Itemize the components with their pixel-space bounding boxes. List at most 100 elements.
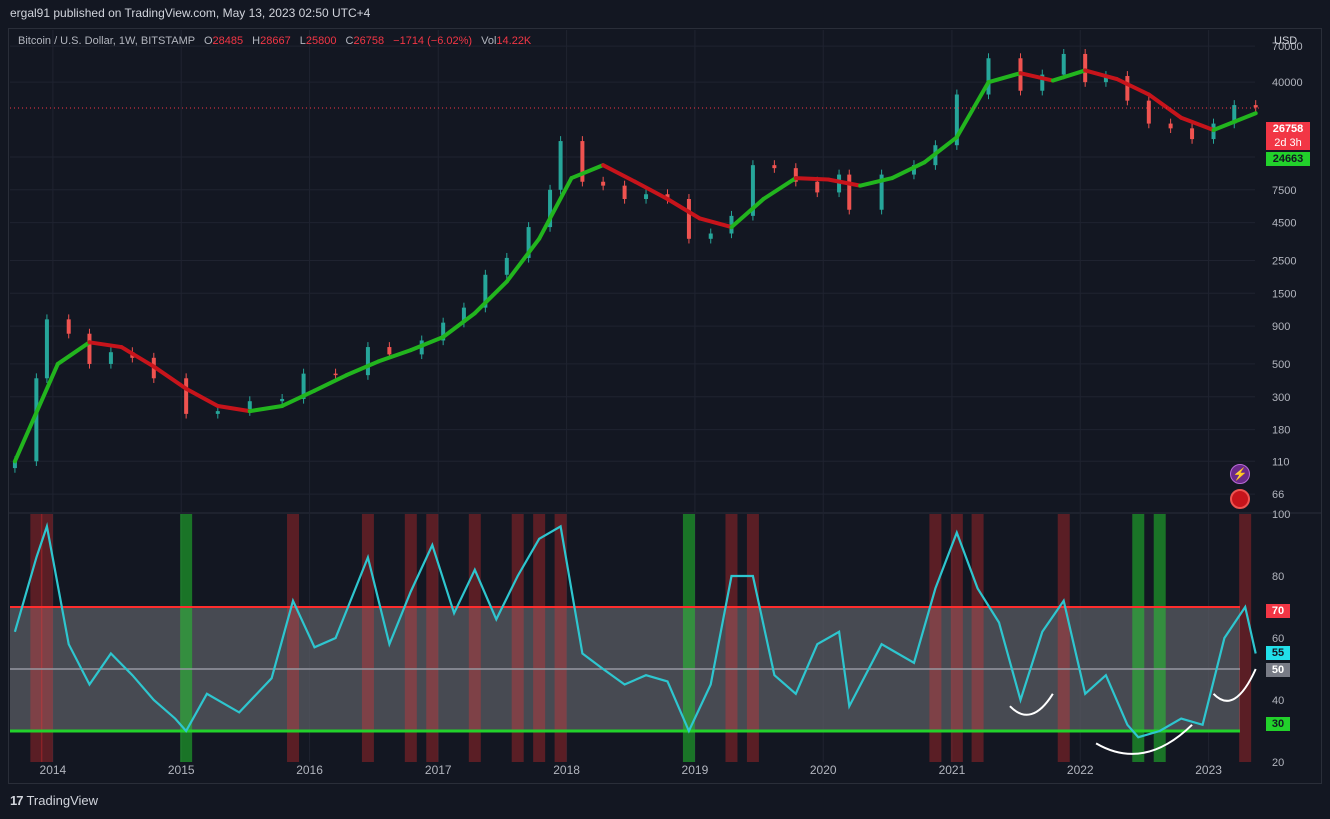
time-label-2021: 2021	[939, 763, 966, 777]
price-tick-180: 180	[1272, 425, 1290, 437]
time-label-2018: 2018	[553, 763, 580, 777]
moving-average-segment	[247, 403, 285, 414]
candle-body	[1083, 53, 1088, 83]
moving-average-segment	[215, 403, 252, 414]
price-tick-40000: 40000	[1272, 77, 1303, 89]
time-label-2022: 2022	[1067, 763, 1094, 777]
time-label-2014: 2014	[40, 763, 67, 777]
countdown-badge: 2d 3h	[1266, 136, 1310, 150]
candle-body	[504, 257, 509, 275]
rsi-tick-40: 40	[1272, 695, 1284, 707]
moving-average-segment	[761, 176, 798, 201]
lightning-icon[interactable]: ⚡	[1230, 464, 1250, 484]
overbought-zone	[725, 514, 738, 762]
candle-body	[1253, 105, 1258, 108]
tradingview-logo-icon: 17	[10, 793, 24, 808]
chart-canvas[interactable]: 2014 2015 2016 2017 2018 2019 2020 2021 2022 2023…	[0, 0, 1330, 819]
volume-value: 14.22K	[496, 35, 532, 47]
candle-body	[708, 233, 713, 239]
moving-average-segment	[890, 160, 927, 181]
candle-body	[986, 58, 991, 95]
candle-body	[772, 165, 777, 169]
us-flag-icon[interactable]	[1230, 489, 1250, 509]
oversold-zone	[682, 514, 695, 762]
symbol-legend[interactable]: Bitcoin / U.S. Dollar, 1W, BITSTAMP O284…	[18, 35, 531, 47]
price-tick-300: 300	[1272, 392, 1290, 404]
moving-average-segment	[376, 348, 413, 364]
moving-average-segment	[55, 340, 92, 366]
overbought-zone	[511, 514, 524, 762]
rsi-tick-100: 100	[1272, 509, 1290, 521]
candle-body	[184, 378, 189, 414]
candle-body	[87, 333, 92, 364]
rsi-pane	[10, 514, 1257, 762]
candle-body	[66, 319, 71, 334]
footer-brand[interactable]: 17 TradingView	[10, 793, 98, 808]
price-tick-4500: 4500	[1272, 218, 1296, 230]
overbought-zone	[361, 514, 374, 762]
time-label-2015: 2015	[168, 763, 195, 777]
volume-label: Vol	[481, 35, 497, 47]
candle-body	[365, 347, 370, 376]
moving-average-segment	[569, 163, 606, 181]
time-label-2016: 2016	[296, 763, 323, 777]
candle-body	[686, 198, 691, 239]
overbought-zone	[533, 514, 546, 762]
overbought-zone	[950, 514, 963, 762]
candle-body	[215, 411, 220, 414]
moving-average-segment	[858, 176, 895, 188]
rsi-mid-badge: 50	[1266, 663, 1290, 677]
price-tick-1500: 1500	[1272, 288, 1296, 300]
moving-average-segment	[954, 80, 991, 140]
moving-average-segment	[1114, 77, 1151, 97]
close-label: C	[345, 35, 354, 47]
oversold-zone	[1132, 514, 1145, 762]
low-value: 25800	[305, 35, 337, 47]
candle-body	[1061, 53, 1066, 75]
overbought-zone	[1239, 514, 1252, 762]
overbought-zone	[746, 514, 759, 762]
moving-average-segment	[793, 176, 831, 182]
time-label-2019: 2019	[682, 763, 709, 777]
moving-average-segment	[601, 163, 638, 184]
high-label: H	[252, 35, 261, 47]
candle-body	[644, 194, 649, 199]
brand-name: TradingView	[26, 793, 99, 808]
moving-average-badge: 24663	[1266, 152, 1310, 166]
time-label-2023: 2023	[1195, 763, 1222, 777]
candle-body	[280, 398, 285, 402]
price-tick-900: 900	[1272, 321, 1290, 333]
moving-average-segment	[633, 179, 670, 201]
overbought-zone	[404, 514, 417, 762]
candle-body	[601, 181, 606, 186]
candle-body	[333, 373, 338, 376]
candle-body	[622, 185, 627, 199]
rsi-tick-80: 80	[1272, 571, 1284, 583]
price-tick-2500: 2500	[1272, 255, 1296, 267]
rsi-lower-badge: 30	[1266, 717, 1290, 731]
time-label-2020: 2020	[810, 763, 837, 777]
candle-body	[44, 319, 49, 379]
currency-label[interactable]: USD	[1274, 35, 1297, 47]
symbol-name[interactable]: Bitcoin / U.S. Dollar, 1W, BITSTAMP	[18, 35, 195, 47]
candle-body	[1125, 76, 1130, 101]
moving-average-segment	[441, 311, 477, 340]
moving-average-segment	[1018, 71, 1055, 83]
candle-body	[847, 174, 852, 210]
overbought-zone	[287, 514, 300, 762]
moving-average-segment	[1083, 68, 1119, 82]
price-tick-500: 500	[1272, 359, 1290, 371]
oversold-zone	[1153, 514, 1166, 762]
rsi-tick-20: 20	[1272, 757, 1284, 769]
moving-average-segment	[826, 177, 863, 188]
change-value: −1714 (−6.02%)	[393, 35, 473, 47]
overbought-zone	[971, 514, 984, 762]
candle-body	[108, 352, 113, 364]
candle-body	[387, 347, 392, 355]
candle-body	[1146, 100, 1151, 124]
overbought-zone	[929, 514, 942, 762]
price-tick-7500: 7500	[1272, 185, 1296, 197]
open-value: 28485	[212, 35, 244, 47]
moving-average-segment	[184, 386, 220, 408]
price-tick-66: 66	[1272, 489, 1284, 501]
